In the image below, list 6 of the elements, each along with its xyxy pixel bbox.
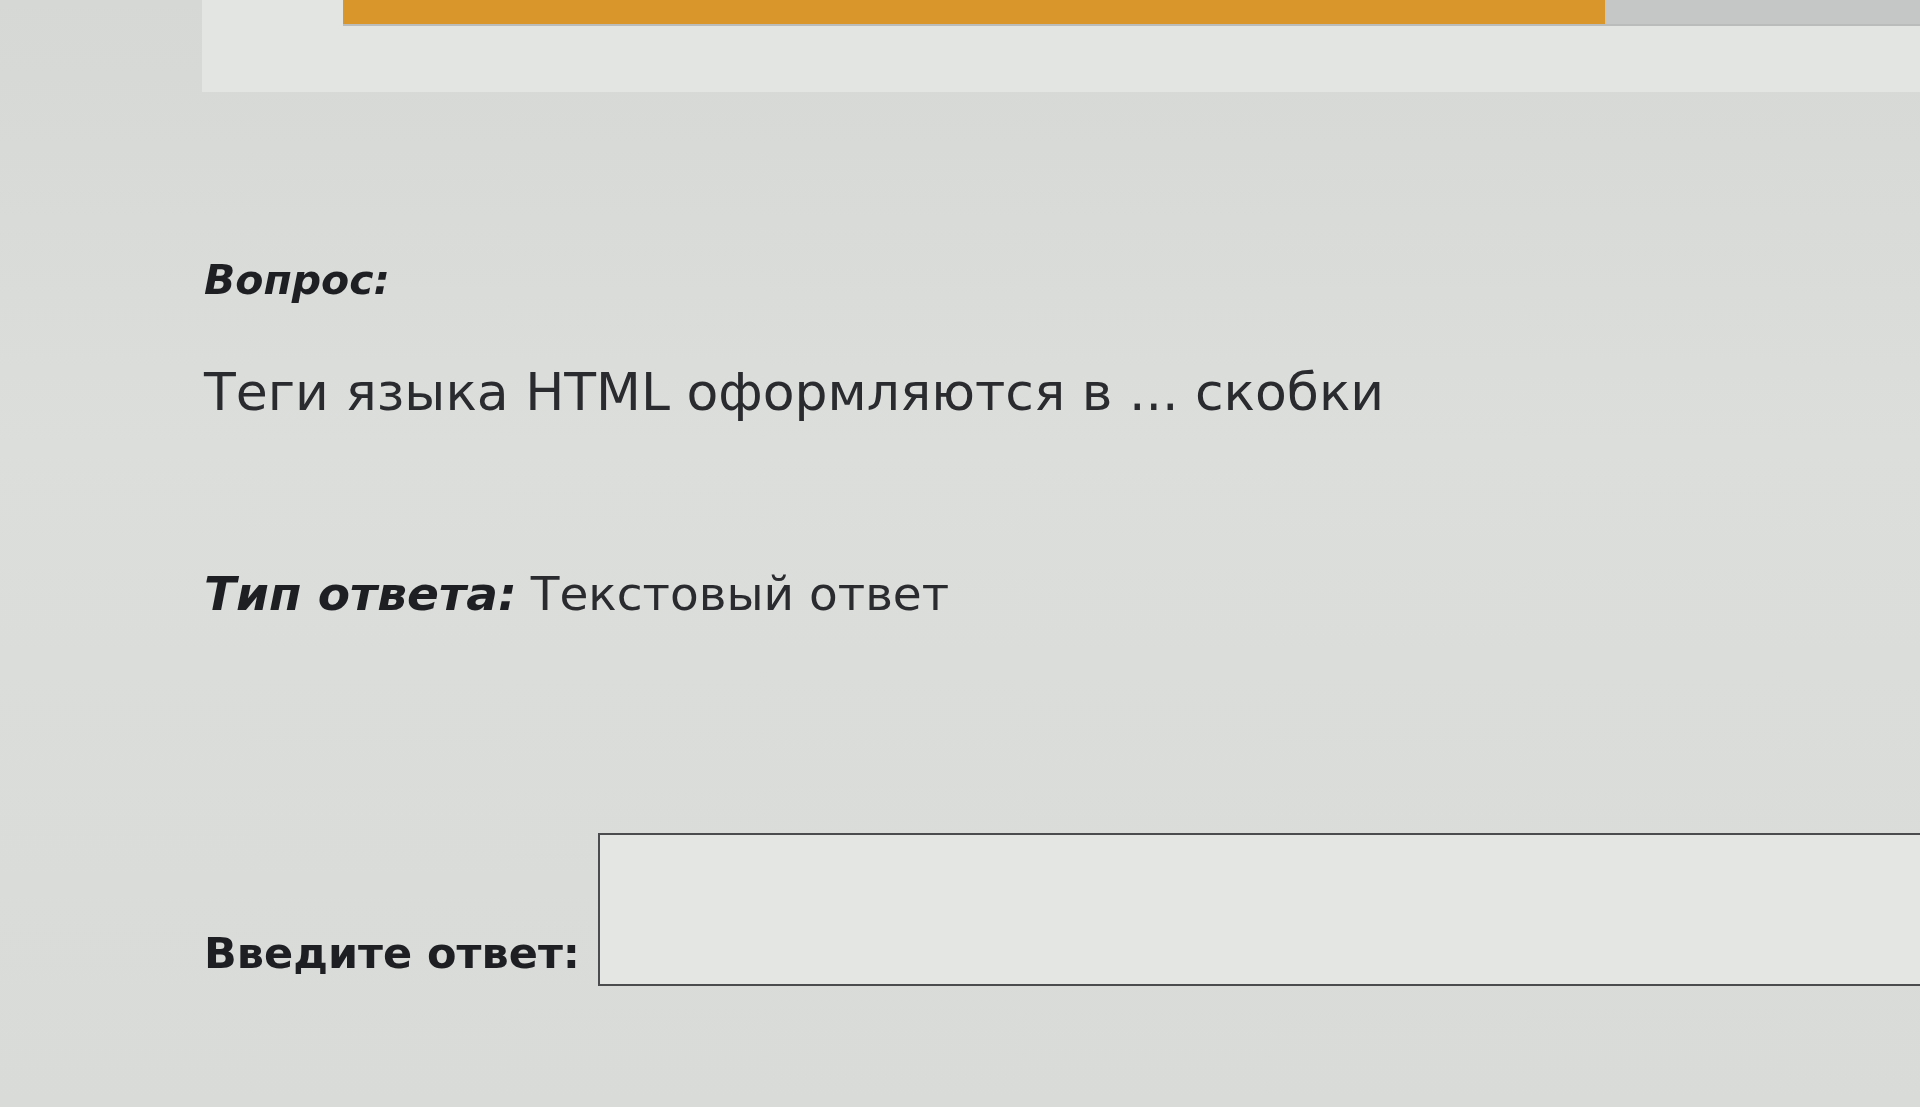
question-label: Вопрос: [204,255,390,306]
answer-type-label: Тип ответа: [204,565,517,623]
answer-type-value: Текстовый ответ [530,565,950,623]
answer-label: Введите ответ: [204,927,581,980]
answer-field[interactable] [598,833,1920,986]
question-text: Теги языка HTML оформляются в ... скобки [204,361,1385,424]
